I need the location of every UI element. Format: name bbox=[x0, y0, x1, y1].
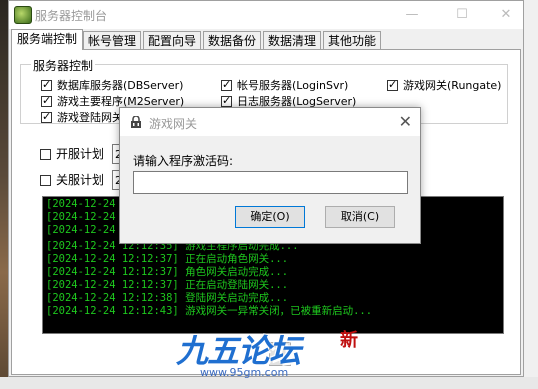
checkbox-label: 游戏登陆网关 bbox=[57, 111, 123, 124]
checkbox-box[interactable] bbox=[41, 94, 52, 108]
window-title: 服务器控制台 bbox=[35, 9, 108, 23]
checkbox-box[interactable] bbox=[221, 94, 232, 108]
tab-data-backup[interactable]: 数据备份 bbox=[203, 31, 261, 49]
checkbox-label: 帐号服务器(LoginSvr) bbox=[237, 79, 349, 92]
log-line: [2024-12-24 1 bbox=[46, 224, 129, 236]
desktop-background-right bbox=[524, 0, 538, 389]
checkbox-loginsvr[interactable]: 帐号服务器(LoginSvr) bbox=[221, 78, 349, 93]
maximize-button[interactable]: ☐ bbox=[447, 5, 477, 25]
activation-code-input[interactable] bbox=[133, 171, 408, 194]
checkbox-dbserver[interactable]: 数据库服务器(DBServer) bbox=[41, 78, 184, 93]
activation-code-dialog: 游戏网关 ✕ 请输入程序激活码: 确定(O) 取消(C) bbox=[119, 107, 421, 244]
log-line: [2024-12-24 12:12:43] 游戏网关一异常关闭，已被重新启动..… bbox=[46, 305, 373, 317]
checkbox-login-gate[interactable]: 游戏登陆网关 bbox=[41, 110, 123, 125]
activation-prompt: 请输入程序激活码: bbox=[133, 154, 234, 168]
minimize-button[interactable]: — bbox=[397, 5, 427, 25]
tab-account-management[interactable]: 帐号管理 bbox=[83, 31, 141, 49]
app-icon bbox=[14, 6, 32, 24]
forum-watermark: 九五论坛 新 www.95gm.com bbox=[176, 326, 376, 382]
open-plan-label: 开服计划 bbox=[56, 147, 105, 161]
checkbox-rungate[interactable]: 游戏网关(Rungate) bbox=[387, 78, 502, 93]
cancel-button[interactable]: 取消(C) bbox=[325, 206, 395, 228]
log-line: [2024-12-24 1 bbox=[46, 211, 129, 223]
open-plan-checkbox[interactable]: 开服计划 bbox=[40, 146, 104, 162]
checkbox-box[interactable] bbox=[387, 78, 398, 92]
tab-other-functions[interactable]: 其他功能 bbox=[323, 31, 381, 49]
checkbox-box[interactable] bbox=[40, 175, 51, 186]
tab-data-cleanup[interactable]: 数据清理 bbox=[263, 31, 321, 49]
ok-button[interactable]: 确定(O) bbox=[235, 206, 305, 228]
tab-config-wizard[interactable]: 配置向导 bbox=[143, 31, 201, 49]
group-title: 服务器控制 bbox=[31, 57, 96, 74]
checkbox-box[interactable] bbox=[41, 110, 52, 124]
title-bar: 服务器控制台 — ☐ ✕ bbox=[9, 1, 523, 29]
close-plan-label: 关服计划 bbox=[56, 173, 105, 187]
tab-server-control[interactable]: 服务端控制 bbox=[11, 29, 83, 50]
dialog-title: 游戏网关 bbox=[149, 117, 198, 131]
checkbox-box[interactable] bbox=[221, 78, 232, 92]
watermark-badge: 新 bbox=[340, 330, 358, 351]
dialog-title-bar: 游戏网关 ✕ bbox=[120, 108, 420, 136]
lock-icon bbox=[131, 116, 141, 128]
close-button[interactable]: ✕ bbox=[491, 5, 521, 25]
checkbox-box[interactable] bbox=[40, 149, 51, 160]
checkbox-label: 游戏网关(Rungate) bbox=[403, 79, 502, 92]
dialog-close-button[interactable]: ✕ bbox=[399, 112, 412, 131]
log-line: [2024-12-24 1 bbox=[46, 198, 129, 210]
watermark-url: www.95gm.com bbox=[200, 366, 289, 379]
close-plan-checkbox[interactable]: 关服计划 bbox=[40, 172, 104, 188]
checkbox-box[interactable] bbox=[41, 78, 52, 92]
checkbox-label: 数据库服务器(DBServer) bbox=[57, 79, 184, 92]
